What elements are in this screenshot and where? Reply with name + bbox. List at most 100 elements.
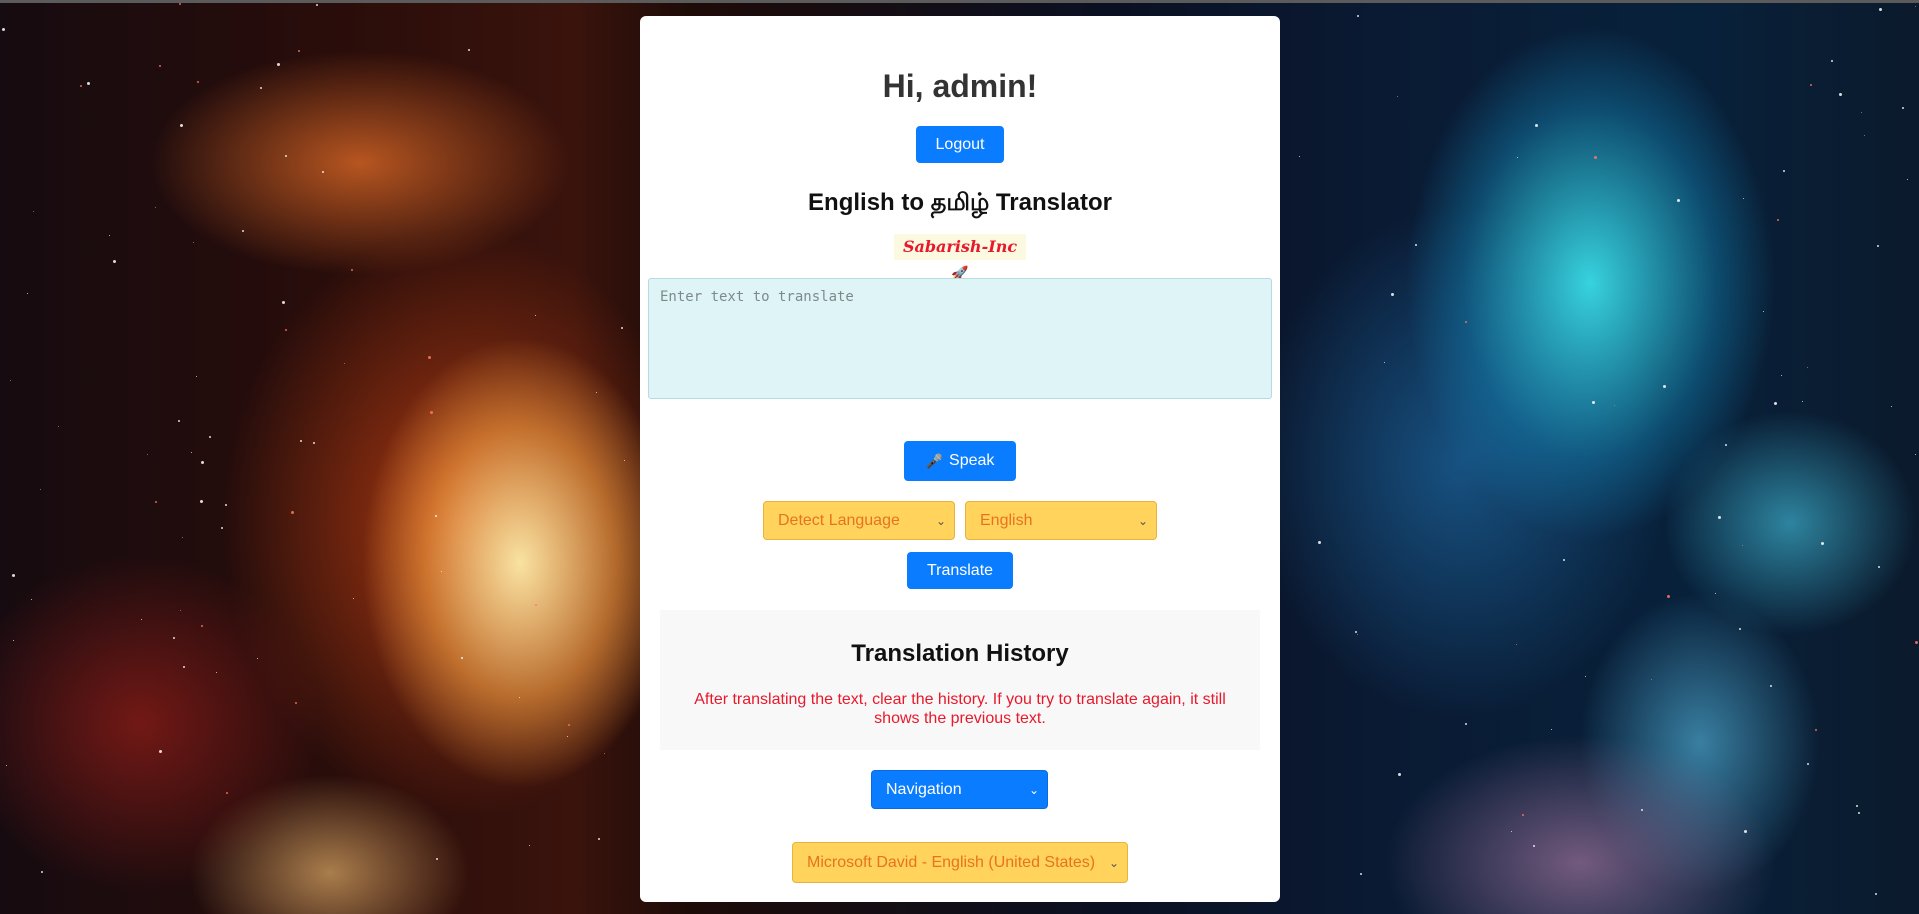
star <box>79 84 82 87</box>
star <box>220 527 223 530</box>
star <box>624 460 626 462</box>
star <box>441 571 443 573</box>
star <box>1663 384 1667 388</box>
star <box>1839 92 1842 96</box>
star <box>257 658 259 660</box>
star <box>535 603 538 606</box>
star <box>1820 542 1824 546</box>
star <box>182 666 185 669</box>
star <box>154 501 157 504</box>
star <box>1831 59 1834 62</box>
star <box>193 241 195 243</box>
star <box>284 154 287 157</box>
star <box>159 64 162 67</box>
star <box>1770 685 1773 688</box>
star <box>343 363 345 365</box>
star <box>201 624 204 627</box>
star <box>1510 830 1512 832</box>
star <box>315 3 318 6</box>
star <box>12 573 16 577</box>
star <box>1741 545 1743 547</box>
star <box>1877 566 1880 569</box>
star <box>112 259 116 263</box>
star <box>1815 729 1818 732</box>
star <box>1641 809 1644 812</box>
star <box>58 425 60 427</box>
star <box>179 609 181 611</box>
star <box>596 392 598 394</box>
target-language-value: English <box>980 511 1033 529</box>
star <box>1465 320 1468 323</box>
star <box>1855 804 1858 807</box>
star <box>1891 406 1893 408</box>
star <box>1516 643 1518 645</box>
chevron-down-icon: ⌄ <box>1028 782 1039 797</box>
star <box>1517 156 1519 158</box>
star <box>225 503 228 506</box>
star <box>566 736 568 738</box>
star <box>313 441 316 444</box>
star <box>1383 361 1385 363</box>
star <box>181 536 183 538</box>
star <box>276 63 280 67</box>
star <box>1878 7 1882 11</box>
star <box>1354 630 1357 633</box>
speak-label: Speak <box>949 452 995 469</box>
star <box>216 671 218 673</box>
star <box>1465 723 1467 726</box>
star <box>1774 402 1778 406</box>
star <box>209 435 212 438</box>
star <box>1585 675 1587 677</box>
star <box>1397 773 1401 777</box>
star <box>178 419 181 422</box>
star <box>180 124 184 128</box>
star <box>1744 829 1748 833</box>
translate-button[interactable]: Translate <box>907 552 1013 589</box>
star <box>1902 106 1905 109</box>
star <box>429 410 433 414</box>
translation-history-panel: Translation History After translating th… <box>660 610 1260 750</box>
star <box>1651 679 1653 681</box>
speak-button[interactable]: 🎤 Speak <box>904 441 1016 481</box>
history-note: After translating the text, clear the hi… <box>694 691 1226 727</box>
star <box>567 724 570 727</box>
history-title: Translation History <box>851 640 1069 667</box>
star <box>12 639 14 641</box>
star <box>1861 112 1863 114</box>
chevron-down-icon: ⌄ <box>1108 855 1119 870</box>
star <box>282 300 286 304</box>
star <box>1717 516 1721 520</box>
translator-card: Hi, admin! Logout English to தமிழ் Trans… <box>640 16 1280 902</box>
star <box>242 230 245 233</box>
star <box>2 27 5 31</box>
star <box>350 269 353 272</box>
star <box>1677 199 1681 203</box>
translate-input[interactable] <box>648 278 1272 399</box>
star <box>535 315 537 317</box>
star <box>1876 245 1879 248</box>
star <box>196 81 199 83</box>
star <box>460 656 463 659</box>
star <box>1742 197 1744 199</box>
star <box>1783 170 1786 173</box>
voice-select[interactable]: Microsoft David - English (United States… <box>792 842 1128 883</box>
target-language-select[interactable]: English ⌄ <box>965 501 1157 540</box>
source-language-value: Detect Language <box>778 511 900 529</box>
star <box>1807 763 1810 766</box>
star <box>1613 404 1615 406</box>
navigation-select[interactable]: Navigation ⌄ <box>871 770 1048 809</box>
star <box>291 510 295 514</box>
star <box>195 376 197 378</box>
chevron-down-icon: ⌄ <box>1137 513 1148 528</box>
source-language-select[interactable]: Detect Language ⌄ <box>763 501 955 540</box>
star <box>178 3 181 6</box>
star <box>1551 728 1553 730</box>
star <box>5 764 7 766</box>
star <box>191 451 193 453</box>
microphone-icon: 🎤 <box>925 452 944 469</box>
star <box>1915 640 1918 644</box>
voice-value: Microsoft David - English (United States… <box>807 853 1096 871</box>
star <box>225 792 228 795</box>
brand-badge: Sabarish-Inc 🚀 <box>894 234 1026 282</box>
logout-button[interactable]: Logout <box>916 126 1004 163</box>
